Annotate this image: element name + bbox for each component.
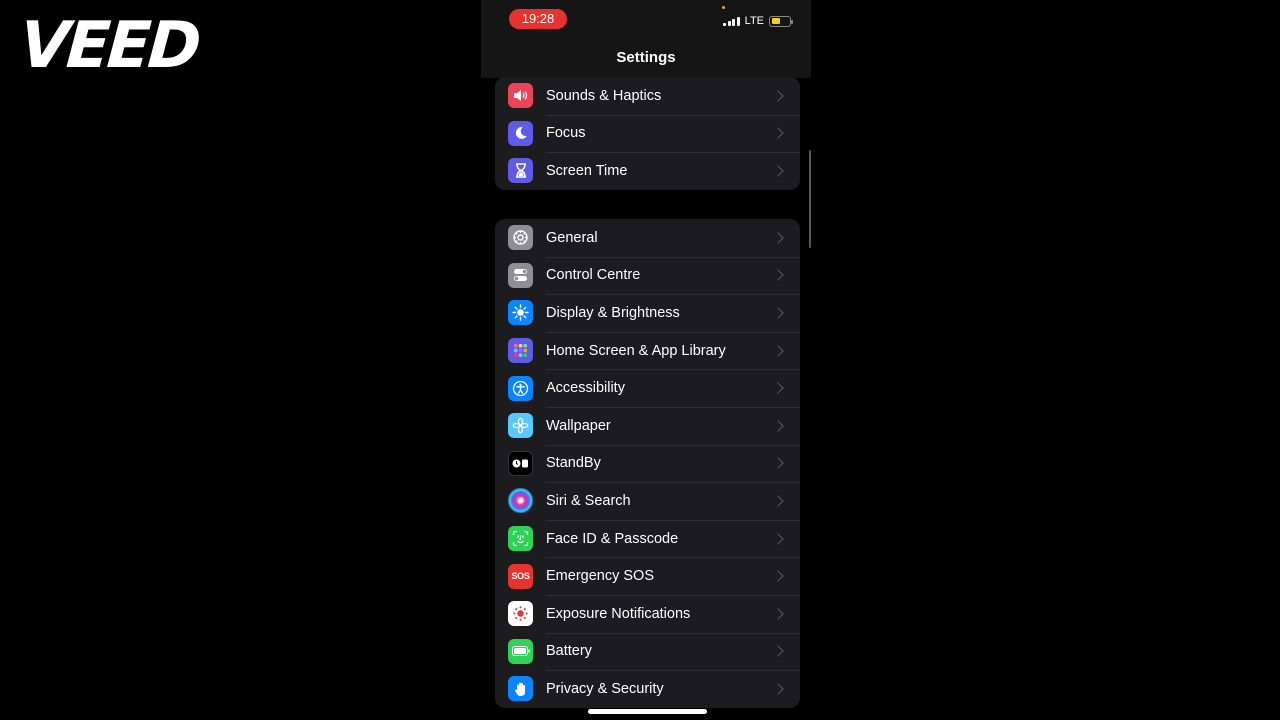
settings-item-label: Home Screen & App Library: [546, 342, 726, 359]
settings-item-screen-time[interactable]: Screen Time: [495, 152, 800, 190]
standby-icon: [508, 450, 533, 476]
settings-item-label: Control Centre: [546, 267, 641, 284]
chevron-right-icon: [772, 532, 784, 545]
sun-icon: [508, 300, 533, 326]
chevron-right-icon: [772, 645, 784, 657]
siri-icon: [508, 488, 533, 514]
settings-item-general[interactable]: General: [495, 219, 800, 257]
settings-item-emergency-sos[interactable]: SOS Emergency SOS: [495, 557, 800, 595]
settings-item-battery[interactable]: Battery: [495, 632, 800, 671]
chevron-right-icon: [772, 165, 784, 177]
settings-item-label: Screen Time: [546, 162, 628, 179]
chevron-right-icon: [772, 127, 784, 140]
settings-header: 19:28 LTE Settings: [481, 0, 811, 78]
chevron-right-icon: [772, 683, 784, 695]
settings-item-label: Accessibility: [546, 380, 625, 397]
settings-item-label: Face ID & Passcode: [546, 530, 679, 547]
hourglass-icon: [508, 158, 533, 184]
settings-group-system: General Control Centre Display & Brightn…: [495, 219, 800, 708]
scroll-indicator[interactable]: [809, 150, 811, 248]
chevron-right-icon: [772, 570, 784, 582]
face-id-icon: [508, 526, 533, 552]
chevron-right-icon: [772, 420, 784, 432]
phone-screen: 19:28 LTE Settings Sounds & Haptics Focu…: [481, 0, 811, 720]
settings-item-display-brightness[interactable]: Display & Brightness: [495, 294, 800, 332]
moon-icon: [508, 120, 533, 146]
page-title: Settings: [616, 49, 676, 66]
settings-item-accessibility[interactable]: Accessibility: [495, 369, 800, 407]
settings-item-exposure-notifications[interactable]: Exposure Notifications: [495, 594, 800, 633]
veed-watermark-logo: VEED: [17, 9, 201, 83]
settings-item-wallpaper[interactable]: Wallpaper: [495, 406, 800, 445]
gear-icon: [508, 225, 533, 251]
settings-item-label: General: [546, 229, 598, 246]
status-time[interactable]: 19:28: [509, 9, 567, 29]
chevron-right-icon: [772, 608, 784, 620]
settings-item-label: Wallpaper: [546, 417, 611, 434]
accessibility-icon: [508, 375, 533, 401]
settings-item-focus[interactable]: Focus: [495, 114, 800, 153]
chevron-right-icon: [772, 344, 784, 357]
signal-icon: [723, 16, 740, 26]
settings-item-standby[interactable]: StandBy: [495, 444, 800, 483]
chevron-right-icon: [772, 232, 784, 244]
sos-icon: SOS: [508, 563, 533, 589]
chevron-right-icon: [772, 457, 784, 470]
settings-item-label: Privacy & Security: [546, 680, 664, 697]
settings-item-face-id[interactable]: Face ID & Passcode: [495, 519, 800, 558]
settings-item-home-screen[interactable]: Home Screen & App Library: [495, 331, 800, 370]
privacy-indicator-dot: [722, 6, 725, 9]
battery-icon: [508, 638, 533, 664]
settings-item-label: Emergency SOS: [546, 568, 654, 585]
settings-item-privacy-security[interactable]: Privacy & Security: [495, 670, 800, 708]
chevron-right-icon: [772, 307, 784, 319]
status-indicators: LTE: [723, 15, 793, 27]
settings-item-sounds-haptics[interactable]: Sounds & Haptics: [495, 77, 800, 115]
toggles-icon: [508, 262, 533, 288]
settings-item-siri-search[interactable]: Siri & Search: [495, 482, 800, 520]
settings-item-label: Display & Brightness: [546, 304, 680, 321]
network-type: LTE: [744, 15, 764, 27]
battery-status-icon: [769, 15, 793, 27]
settings-group-attention: Sounds & Haptics Focus Screen Time: [495, 77, 800, 190]
settings-item-label: Exposure Notifications: [546, 605, 691, 622]
settings-item-label: Siri & Search: [546, 492, 631, 509]
chevron-right-icon: [772, 382, 784, 394]
chevron-right-icon: [772, 269, 784, 282]
chevron-right-icon: [772, 495, 784, 507]
flower-icon: [508, 413, 533, 439]
exposure-icon: [508, 601, 533, 627]
hand-icon: [508, 676, 533, 702]
speaker-icon: [508, 83, 533, 109]
settings-item-control-centre[interactable]: Control Centre: [495, 256, 800, 295]
chevron-right-icon: [772, 90, 784, 102]
settings-item-label: Sounds & Haptics: [546, 87, 662, 104]
app-grid-icon: [508, 338, 533, 364]
home-indicator[interactable]: [588, 709, 707, 714]
settings-item-label: StandBy: [546, 455, 601, 472]
settings-item-label: Battery: [546, 643, 592, 660]
settings-item-label: Focus: [546, 125, 586, 142]
